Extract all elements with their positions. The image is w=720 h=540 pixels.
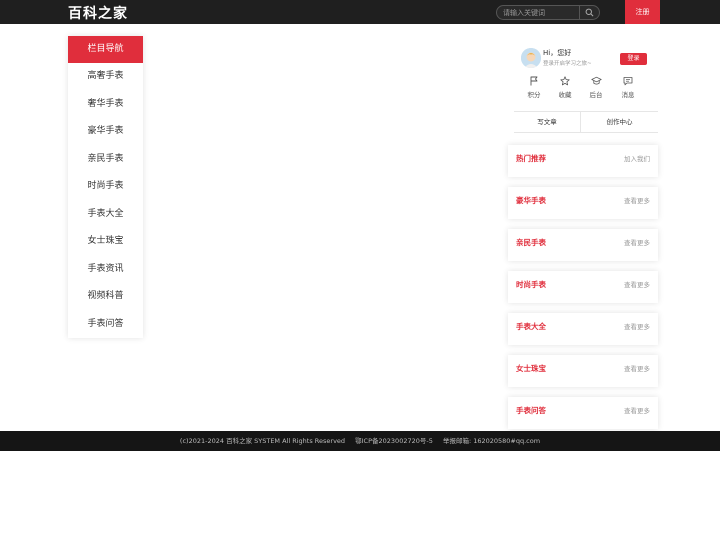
card-title[interactable]: 女士珠宝	[516, 363, 546, 374]
card-more-link[interactable]: 查看更多	[624, 405, 650, 415]
sidebar-item-deluxe[interactable]: 豪华手表	[68, 118, 143, 146]
card-more-link[interactable]: 查看更多	[624, 321, 650, 331]
card-title[interactable]: 手表问答	[516, 405, 546, 416]
sidebar-item-luxury[interactable]: 奢华手表	[68, 91, 143, 119]
sidebar-item-jewelry[interactable]: 女士珠宝	[68, 228, 143, 256]
card-more-link[interactable]: 查看更多	[624, 237, 650, 247]
action-points-label: 积分	[527, 91, 541, 99]
card-qa: 手表问答 查看更多	[508, 397, 658, 429]
creator-center-button[interactable]: 创作中心	[581, 112, 658, 132]
greeting-subtitle: 登录开启学习之旅~	[543, 61, 592, 67]
card-more-link[interactable]: 查看更多	[624, 363, 650, 373]
writer-bar: 写文章 创作中心	[514, 111, 658, 133]
action-favorites[interactable]: 收藏	[555, 76, 575, 99]
sidebar-item-affordable[interactable]: 亲民手表	[68, 146, 143, 174]
card-title[interactable]: 亲民手表	[516, 237, 546, 248]
top-bar: 百科之家 注册	[0, 0, 720, 24]
sidebar-item-video[interactable]: 视频科普	[68, 283, 143, 311]
sidebar-title: 栏目导航	[68, 36, 143, 63]
user-panel: Hi，您好 登录开启学习之旅~ 登录 积分 收藏 后台 消息 写文章 创作中心	[508, 38, 658, 134]
search-icon	[585, 8, 594, 17]
action-favorites-label: 收藏	[558, 91, 572, 99]
card-deluxe: 豪华手表 查看更多	[508, 187, 658, 219]
action-messages-label: 消息	[621, 91, 635, 99]
avatar-icon	[521, 48, 541, 68]
action-points[interactable]: 积分	[524, 76, 544, 99]
card-title[interactable]: 豪华手表	[516, 195, 546, 206]
card-affordable: 亲民手表 查看更多	[508, 229, 658, 261]
search-button[interactable]	[579, 6, 599, 19]
card-hot-recommend: 热门推荐 加入我们	[508, 145, 658, 177]
action-backend-label: 后台	[589, 91, 603, 99]
user-actions: 积分 收藏 后台 消息	[524, 76, 648, 102]
sidebar-item-qa[interactable]: 手表问答	[68, 311, 143, 339]
sidebar-item-news[interactable]: 手表资讯	[68, 256, 143, 284]
star-icon	[560, 76, 570, 86]
footer-icp-link[interactable]: 鄂ICP备2023002720号-5	[355, 437, 433, 445]
avatar[interactable]	[521, 48, 541, 68]
footer-copyright: (c)2021-2024 百科之家 SYSTEM All Rights Rese…	[179, 437, 346, 445]
graduation-cap-icon	[590, 76, 602, 85]
action-messages[interactable]: 消息	[618, 76, 638, 99]
card-title[interactable]: 热门推荐	[516, 153, 546, 164]
flag-icon	[530, 76, 538, 86]
site-logo[interactable]: 百科之家	[68, 3, 128, 23]
sidebar-item-fashion[interactable]: 时尚手表	[68, 173, 143, 201]
sidebar-item-watch-encyclopedia[interactable]: 手表大全	[68, 201, 143, 229]
card-fashion: 时尚手表 查看更多	[508, 271, 658, 303]
sidebar-item-luxury-high[interactable]: 高奢手表	[68, 63, 143, 91]
action-backend[interactable]: 后台	[586, 76, 606, 99]
greeting-text: Hi，您好	[543, 49, 572, 57]
card-title[interactable]: 时尚手表	[516, 279, 546, 290]
footer-report-email[interactable]: 举报邮箱: 162020580#qq.com	[443, 437, 540, 445]
register-button[interactable]: 注册	[625, 0, 660, 24]
card-more-link[interactable]: 查看更多	[624, 195, 650, 205]
card-join-link[interactable]: 加入我们	[624, 153, 650, 163]
card-more-link[interactable]: 查看更多	[624, 279, 650, 289]
search-box	[496, 5, 600, 20]
message-icon	[623, 77, 633, 86]
login-button[interactable]: 登录	[620, 53, 647, 65]
footer: (c)2021-2024 百科之家 SYSTEM All Rights Rese…	[0, 431, 720, 451]
search-input[interactable]	[503, 7, 579, 18]
card-jewelry: 女士珠宝 查看更多	[508, 355, 658, 387]
sidebar-nav: 栏目导航 高奢手表 奢华手表 豪华手表 亲民手表 时尚手表 手表大全 女士珠宝 …	[68, 36, 143, 338]
card-watch-encyclopedia: 手表大全 查看更多	[508, 313, 658, 345]
card-title[interactable]: 手表大全	[516, 321, 546, 332]
write-article-button[interactable]: 写文章	[514, 112, 580, 132]
